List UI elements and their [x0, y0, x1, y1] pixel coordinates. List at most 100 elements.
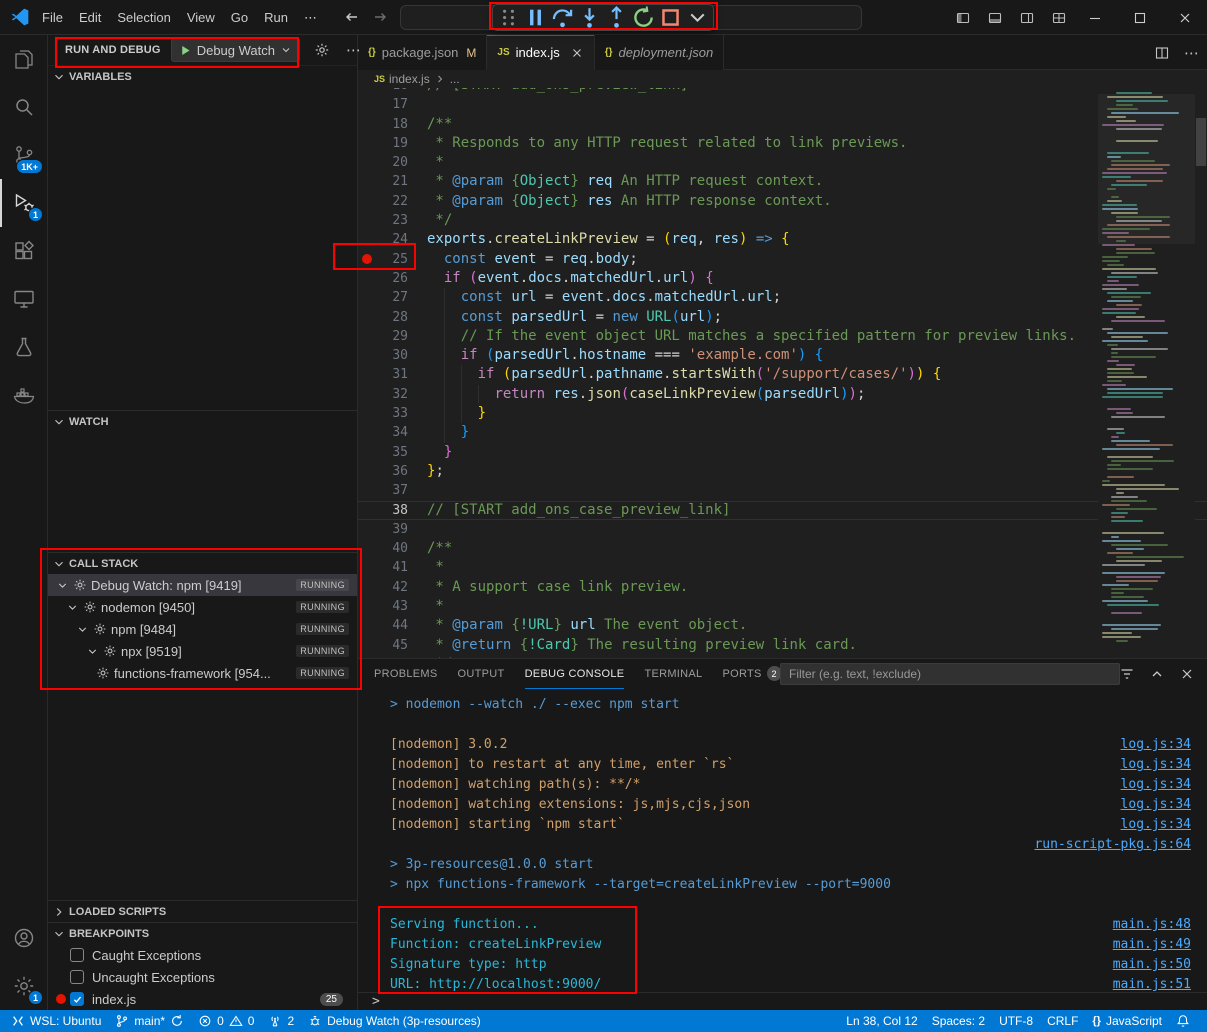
tab-deployment-json[interactable]: {}deployment.json	[595, 35, 724, 70]
close-tab-icon[interactable]	[570, 46, 584, 60]
breakpoint-item[interactable]: Caught Exceptions	[48, 944, 357, 966]
panel-tab-terminal[interactable]: TERMINAL	[644, 659, 702, 689]
gutter-glyph-margin[interactable]	[358, 558, 376, 577]
gutter-glyph-margin[interactable]	[358, 95, 376, 114]
gutter-glyph-margin[interactable]	[358, 636, 376, 655]
console-source-link[interactable]: log.js:34	[1121, 755, 1191, 775]
activity-settings[interactable]: 1	[0, 962, 47, 1010]
menu-run[interactable]: Run	[256, 6, 296, 29]
menu-view[interactable]: View	[179, 6, 223, 29]
gutter-glyph-margin[interactable]	[358, 462, 376, 481]
toggle-secondary-sidebar-icon[interactable]	[1019, 10, 1035, 26]
gutter-glyph-margin[interactable]	[358, 172, 376, 191]
start-debugging-icon[interactable]	[179, 44, 192, 57]
menu-more[interactable]: ⋯	[296, 6, 325, 30]
section-breakpoints[interactable]: BREAKPOINTS	[48, 922, 357, 944]
panel-tab-debug-console[interactable]: DEBUG CONSOLE	[525, 659, 625, 689]
cursor-position[interactable]: Ln 38, Col 12	[839, 1010, 924, 1032]
gutter-glyph-margin[interactable]	[358, 250, 376, 269]
section-watch[interactable]: WATCH	[48, 410, 357, 432]
indentation[interactable]: Spaces: 2	[925, 1010, 992, 1032]
gutter-glyph-margin[interactable]	[358, 616, 376, 635]
minimize-button[interactable]	[1072, 0, 1117, 35]
problems[interactable]: 00	[191, 1010, 261, 1032]
debug-config-dropdown[interactable]: Debug Watch	[171, 38, 300, 62]
maximize-panel-icon[interactable]	[1149, 666, 1165, 682]
gutter-glyph-margin[interactable]	[358, 578, 376, 597]
editor-more-icon[interactable]: ⋯	[1184, 44, 1199, 62]
eol[interactable]: CRLF	[1040, 1010, 1085, 1032]
restart-button[interactable]	[631, 6, 656, 29]
panel-tab-ports[interactable]: PORTS2	[722, 659, 781, 689]
breakpoint-icon[interactable]	[362, 254, 372, 264]
notifications[interactable]	[1169, 1010, 1197, 1032]
toggle-panel-icon[interactable]	[987, 10, 1003, 26]
call-stack-session[interactable]: npm [9484]RUNNING	[48, 618, 357, 640]
debug-session[interactable]: Debug Watch (3p-resources)	[301, 1010, 488, 1032]
section-call-stack[interactable]: CALL STACK	[48, 552, 357, 574]
call-stack-session[interactable]: Debug Watch: npm [9419]RUNNING	[48, 574, 357, 596]
console-source-link[interactable]: main.js:49	[1113, 935, 1191, 955]
gutter-glyph-margin[interactable]	[358, 520, 376, 539]
encoding[interactable]: UTF-8	[992, 1010, 1040, 1032]
menu-file[interactable]: File	[34, 6, 71, 29]
gutter-glyph-margin[interactable]	[358, 443, 376, 462]
close-panel-icon[interactable]	[1179, 666, 1195, 682]
maximize-button[interactable]	[1117, 0, 1162, 35]
filter-icon[interactable]	[1119, 666, 1135, 682]
gutter-glyph-margin[interactable]	[358, 597, 376, 616]
gutter-glyph-margin[interactable]	[358, 346, 376, 365]
git-branch[interactable]: main*	[108, 1010, 191, 1032]
console-source-link[interactable]: main.js:48	[1113, 915, 1191, 935]
gutter-glyph-margin[interactable]	[358, 539, 376, 558]
activity-account[interactable]	[0, 914, 47, 962]
gutter-glyph-margin[interactable]	[358, 134, 376, 153]
menu-go[interactable]: Go	[223, 6, 256, 29]
console-source-link[interactable]: main.js:50	[1113, 955, 1191, 975]
step-over-button[interactable]	[550, 6, 575, 29]
code-editor[interactable]: 16// [START add_ons_preview_link]1718/**…	[358, 88, 1207, 658]
gutter-glyph-margin[interactable]	[358, 327, 376, 346]
customize-layout-icon[interactable]	[1051, 10, 1067, 26]
gutter-glyph-margin[interactable]	[358, 501, 376, 520]
forward-icon[interactable]	[372, 9, 388, 25]
back-icon[interactable]	[344, 9, 360, 25]
breakpoint-checkbox[interactable]	[70, 992, 84, 1006]
activity-testing[interactable]	[0, 323, 47, 371]
minimap[interactable]	[1098, 88, 1195, 658]
panel-tab-problems[interactable]: PROBLEMS	[374, 659, 438, 689]
toggle-sidebar-icon[interactable]	[955, 10, 971, 26]
filter-input[interactable]	[789, 667, 1111, 681]
gutter-glyph-margin[interactable]	[358, 230, 376, 249]
pause-button[interactable]	[523, 6, 548, 29]
activity-remote-explorer[interactable]	[0, 275, 47, 323]
split-editor-icon[interactable]	[1154, 45, 1170, 61]
call-stack-session[interactable]: functions-framework [954...RUNNING	[48, 662, 357, 684]
views-more-icon[interactable]: ⋯	[346, 41, 361, 59]
gutter-glyph-margin[interactable]	[358, 88, 376, 95]
breadcrumb-more[interactable]: ...	[450, 72, 460, 86]
call-stack-session[interactable]: npx [9519]RUNNING	[48, 640, 357, 662]
section-variables[interactable]: VARIABLES	[48, 65, 357, 87]
console-source-link[interactable]: log.js:34	[1121, 815, 1191, 835]
breadcrumb[interactable]: JS index.js ...	[358, 70, 1207, 88]
step-out-button[interactable]	[604, 6, 629, 29]
gutter-glyph-margin[interactable]	[358, 153, 376, 172]
console-source-link[interactable]: log.js:34	[1121, 735, 1191, 755]
remote-indicator[interactable]: WSL: Ubuntu	[4, 1010, 108, 1032]
console-source-link[interactable]: log.js:34	[1121, 795, 1191, 815]
gutter-glyph-margin[interactable]	[358, 192, 376, 211]
gutter-glyph-margin[interactable]	[358, 404, 376, 423]
breadcrumb-file[interactable]: index.js	[389, 72, 430, 86]
gutter-glyph-margin[interactable]	[358, 423, 376, 442]
gutter-glyph-margin[interactable]	[358, 308, 376, 327]
gutter-glyph-margin[interactable]	[358, 365, 376, 384]
gutter-glyph-margin[interactable]	[358, 211, 376, 230]
forwarded-ports[interactable]: 2	[261, 1010, 301, 1032]
activity-source-control[interactable]: 1K+	[0, 131, 47, 179]
language-mode[interactable]: {}JavaScript	[1085, 1010, 1169, 1032]
breakpoint-checkbox[interactable]	[70, 970, 84, 984]
stop-button[interactable]	[658, 6, 683, 29]
gutter-glyph-margin[interactable]	[358, 385, 376, 404]
activity-run-and-debug[interactable]: 1	[0, 179, 47, 227]
